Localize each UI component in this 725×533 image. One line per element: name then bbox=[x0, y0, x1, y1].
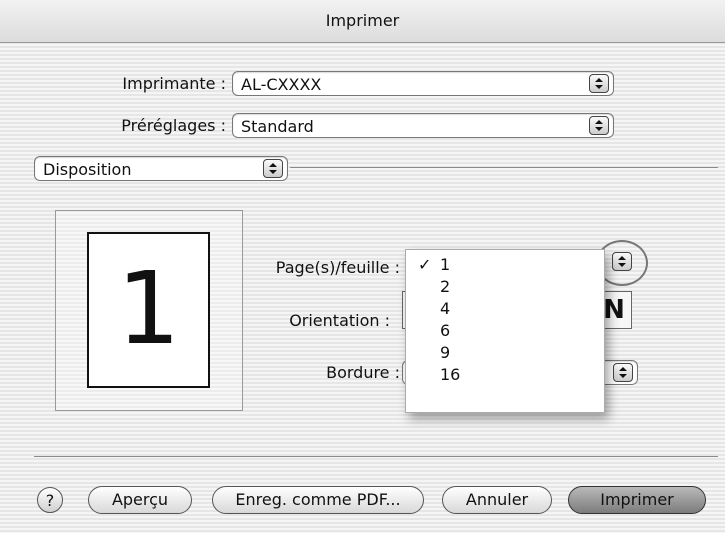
layout-preview-page: 1 bbox=[87, 232, 210, 388]
menu-item-1[interactable]: ✓ 1 bbox=[406, 254, 604, 276]
menu-item-label: 4 bbox=[440, 299, 451, 318]
presets-value: Standard bbox=[241, 117, 314, 136]
window-title: Imprimer bbox=[0, 0, 725, 43]
menu-item-label: 16 bbox=[440, 365, 461, 384]
menu-item-9[interactable]: 9 bbox=[406, 342, 604, 364]
printer-label: Imprimante : bbox=[122, 74, 226, 93]
help-button[interactable]: ? bbox=[37, 487, 63, 513]
print-dialog: Imprimer Imprimante : AL-CXXXX Préréglag… bbox=[0, 0, 725, 533]
panel-separator bbox=[290, 167, 718, 168]
pages-per-sheet-menu: ✓ 1 2 4 6 9 16 bbox=[405, 249, 605, 413]
orientation-label: Orientation : bbox=[289, 311, 390, 330]
presets-popup-arrows-icon bbox=[589, 116, 609, 135]
panel-popup-arrows-icon bbox=[263, 159, 283, 178]
menu-item-label: 9 bbox=[440, 343, 451, 362]
menu-item-16[interactable]: 16 bbox=[406, 364, 604, 386]
border-label: Bordure : bbox=[326, 363, 400, 382]
menu-item-4[interactable]: 4 bbox=[406, 298, 604, 320]
presets-label: Préréglages : bbox=[121, 116, 226, 135]
cancel-button[interactable]: Annuler bbox=[442, 486, 552, 514]
menu-item-label: 6 bbox=[440, 321, 451, 340]
save-as-pdf-button[interactable]: Enreg. comme PDF... bbox=[212, 486, 424, 514]
menu-item-2[interactable]: 2 bbox=[406, 276, 604, 298]
menu-item-label: 2 bbox=[440, 277, 451, 296]
border-popup-arrows-icon bbox=[613, 363, 633, 382]
panel-popup[interactable]: Disposition bbox=[34, 156, 288, 181]
menu-item-6[interactable]: 6 bbox=[406, 320, 604, 342]
preview-button[interactable]: Aperçu bbox=[88, 486, 192, 514]
checkmark-icon: ✓ bbox=[418, 255, 432, 274]
menu-item-label: 1 bbox=[440, 255, 451, 274]
presets-popup[interactable]: Standard bbox=[232, 113, 614, 138]
print-button[interactable]: Imprimer bbox=[568, 486, 706, 514]
printer-value: AL-CXXXX bbox=[241, 75, 322, 94]
panel-value: Disposition bbox=[43, 160, 132, 179]
printer-popup-arrows-icon bbox=[589, 74, 609, 93]
bottom-separator bbox=[34, 456, 718, 457]
printer-popup[interactable]: AL-CXXXX bbox=[232, 71, 614, 96]
pages-per-sheet-label: Page(s)/feuille : bbox=[275, 258, 400, 277]
